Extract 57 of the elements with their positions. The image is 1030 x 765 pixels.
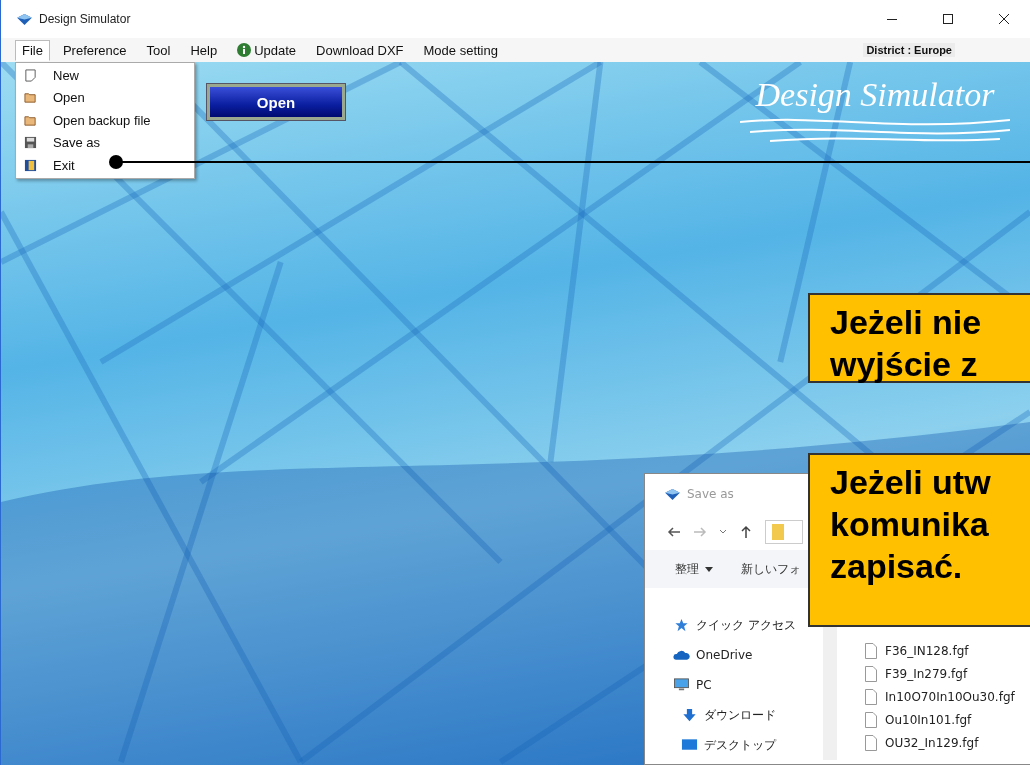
menu-option[interactable]: New	[16, 64, 79, 87]
menu-item[interactable]: Update	[230, 39, 304, 61]
save-icon	[24, 136, 37, 150]
nav-item[interactable]: OneDrive	[673, 640, 753, 670]
window-title: Design Simulator	[39, 12, 131, 26]
district-label: District : Europe	[863, 43, 955, 57]
menu-item[interactable]: File	[15, 39, 50, 61]
open-button[interactable]: Open	[207, 84, 345, 120]
file-icon	[865, 642, 877, 659]
logo-text: Design Simulator	[755, 76, 995, 114]
app-logo-icon	[665, 488, 680, 500]
organize-menu[interactable]: 整理	[675, 560, 713, 578]
menu-item[interactable]: Help	[183, 39, 225, 61]
nav-item[interactable]: PC	[673, 670, 712, 700]
door-icon	[24, 158, 37, 172]
callout-text: Jeżeli nie wyjście z	[830, 302, 983, 385]
folder-icon	[24, 113, 37, 127]
file-name[interactable]: OU32_In129.fgf	[865, 731, 1015, 754]
desktop-icon	[681, 738, 698, 752]
callout-text: Jeżeli utw komunika zapisać.	[830, 462, 992, 587]
file-name[interactable]: F36_IN128.fgf	[865, 639, 1015, 662]
new-folder-button[interactable]: 新しいフォ	[741, 560, 801, 578]
menu-item[interactable]: Mode setting	[416, 39, 505, 61]
address-field[interactable]	[765, 520, 803, 544]
file-name[interactable]: Ou10In101.fgf	[865, 708, 1015, 731]
file-icon	[865, 665, 877, 682]
download-arrow-icon	[681, 708, 698, 722]
menu-option[interactable]: Open	[16, 86, 85, 109]
menu-option[interactable]: Open backup file	[16, 109, 151, 132]
close-icon[interactable]	[999, 14, 1009, 24]
nav-item[interactable]: クイック アクセス	[673, 610, 796, 640]
file-icon	[865, 688, 877, 705]
menu-item[interactable]: Download DXF	[309, 39, 411, 61]
star-icon	[673, 618, 690, 632]
back-arrow-icon[interactable]	[667, 525, 681, 539]
info-icon	[237, 43, 252, 57]
folder-icon	[24, 91, 37, 105]
cloud-icon	[673, 648, 690, 662]
menu-item[interactable]: Preference	[55, 39, 134, 61]
file-name[interactable]: In10O70In10Ou30.fgf	[865, 685, 1015, 708]
dialog-title: Save as	[687, 487, 734, 501]
maximize-icon[interactable]	[943, 14, 953, 24]
monitor-icon	[673, 678, 690, 692]
menu-item[interactable]: Tool	[139, 39, 178, 61]
nav-item[interactable]: ダウンロード	[673, 700, 776, 730]
file-icon	[865, 734, 877, 751]
caret-icon	[705, 566, 713, 572]
document-icon	[24, 68, 37, 82]
folder-icon	[772, 524, 784, 540]
chevron-down-icon[interactable]	[719, 529, 727, 535]
menu-option[interactable]: Save as	[16, 131, 100, 154]
file-name[interactable]: F39_In279.fgf	[865, 662, 1015, 685]
menu-option[interactable]: Exit	[16, 154, 75, 177]
file-icon	[865, 711, 877, 728]
up-arrow-icon[interactable]	[739, 525, 753, 539]
app-logo-icon	[17, 13, 32, 25]
nav-item[interactable]: デスクトップ	[673, 730, 776, 760]
